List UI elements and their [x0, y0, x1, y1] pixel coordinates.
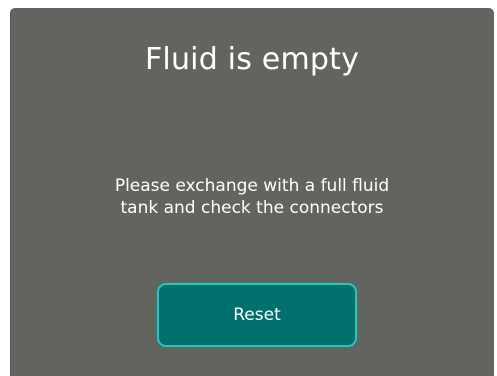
fluid-empty-dialog: Fluid is empty Please exchange with a fu… [10, 8, 494, 376]
dialog-message-line-1: Please exchange with a full fluid [114, 176, 390, 196]
dialog-message-line-2: tank and check the connectors [120, 198, 384, 218]
reset-button[interactable]: Reset [157, 283, 357, 347]
dialog-message: Please exchange with a full fluid tank a… [10, 175, 494, 219]
dialog-title: Fluid is empty [144, 42, 360, 77]
